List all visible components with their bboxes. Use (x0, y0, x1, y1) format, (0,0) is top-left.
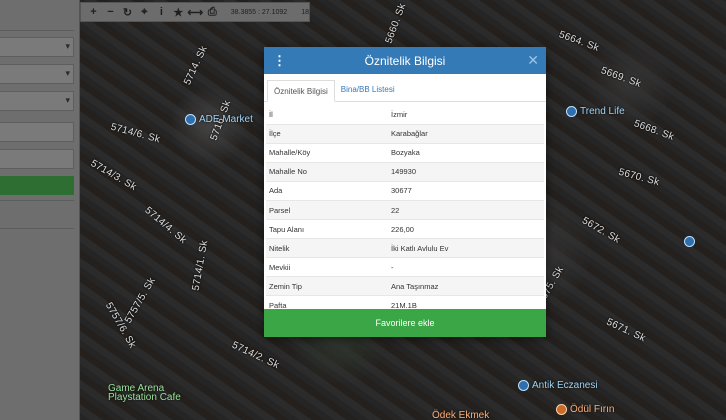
attr-value: Ana Taşınmaz (388, 276, 544, 296)
attribute-table: İl İzmir İlçe Karabağlar Mahalle/Köy Bozyak… (266, 105, 544, 316)
poi-right-edge[interactable] (684, 236, 695, 247)
input-1[interactable] (0, 122, 74, 142)
map-pin-icon (566, 106, 577, 117)
zoom-out-icon[interactable]: − (102, 3, 119, 21)
poi-label: Trend Life (580, 106, 625, 117)
poi-bakery[interactable]: Ödül Fırın (556, 404, 614, 415)
poi-label: Ödül Fırın (570, 404, 615, 415)
attr-key: Parsel (266, 199, 388, 220)
poi-label: Ödek Ekmek (432, 410, 490, 420)
table-row: Mevkii - (266, 257, 544, 277)
table-row: Mahalle No 149930 (266, 161, 544, 182)
table-row: Zemin Tip Ana Taşınmaz (266, 276, 544, 296)
table-row: Mahalle/Köy Bozyaka (266, 142, 544, 163)
attr-value: 226,00 (388, 219, 544, 239)
attr-value: Karabağlar (388, 123, 544, 144)
attr-key: Zemin Tip (266, 276, 388, 296)
attr-value: Bozyaka (388, 142, 544, 163)
dialog-header: ⋮ Öznitelik Bilgisi ✕ (264, 47, 546, 74)
attr-key: Tapu Alanı (266, 219, 388, 239)
table-row: Ada 30677 (266, 180, 544, 201)
refresh-icon[interactable]: ↻ (119, 3, 136, 21)
tab-attributes[interactable]: Öznitelik Bilgisi (267, 80, 335, 102)
close-icon[interactable]: ✕ (527, 52, 539, 68)
kebab-menu-icon[interactable]: ⋮ (273, 53, 286, 69)
divider (0, 200, 74, 201)
chevron-down-icon: ▾ (65, 41, 70, 51)
zoom-level: 18 (301, 8, 309, 16)
coordinate-readout: 38.3855 : 27.1092 (230, 8, 288, 16)
attr-key: Mevkii (266, 257, 388, 277)
dialog-tabs: Öznitelik Bilgisi Bina/BB Listesi (264, 78, 546, 102)
poi-pharmacy[interactable]: Antik Eczanesi (518, 380, 598, 391)
attr-key: Mahalle/Köy (266, 142, 388, 163)
zoom-in-icon[interactable]: + (85, 3, 102, 21)
tab-building-list[interactable]: Bina/BB Listesi (335, 79, 401, 101)
attr-value: İki Katlı Avlulu Ev (388, 238, 544, 258)
query-button[interactable] (0, 176, 74, 195)
attr-value: 22 (388, 199, 544, 220)
attr-key: Ada (266, 180, 388, 201)
poi-label: ADE Market (199, 114, 253, 125)
dropdown-1[interactable]: ▾ (0, 37, 74, 57)
chevron-down-icon: ▾ (65, 68, 70, 78)
poi-game-arena[interactable]: Game Arena Playstation Cafe (108, 383, 208, 403)
dialog-title: Öznitelik Bilgisi (364, 53, 446, 68)
table-row: İlçe Karabağlar (266, 123, 544, 144)
attr-key: Nitelik (266, 238, 388, 258)
divider (0, 228, 74, 229)
attr-key: İlçe (266, 123, 388, 144)
poi-market[interactable]: ADE Market (185, 114, 253, 125)
table-row: Nitelik İki Katlı Avlulu Ev (266, 238, 544, 258)
attr-value: 30677 (388, 180, 544, 201)
poi-ekmek[interactable]: Ödek Ekmek (432, 410, 489, 420)
star-icon[interactable]: ★ (170, 3, 187, 21)
side-panel: ▾ ▾ ▾ (0, 0, 80, 420)
attribute-dialog: ⋮ Öznitelik Bilgisi ✕ Öznitelik Bilgisi … (264, 47, 546, 337)
add-favorite-button[interactable]: Favorilere ekle (264, 309, 546, 337)
table-row: Tapu Alanı 226,00 (266, 219, 544, 239)
map-pin-icon (684, 236, 695, 247)
dropdown-2[interactable]: ▾ (0, 64, 74, 84)
table-row: İl İzmir (266, 105, 544, 124)
info-icon[interactable]: i (153, 3, 170, 21)
attr-value: - (388, 257, 544, 277)
map-pin-icon (518, 380, 529, 391)
map-toolbar: + − ↻ ⌖ i ★ ⟷ ⎙ 38.3855 : 27.1092 18 (80, 2, 310, 22)
poi-label: Game Arena Playstation Cafe (108, 383, 181, 403)
input-2[interactable] (0, 149, 74, 169)
locate-icon[interactable]: ⌖ (136, 3, 153, 21)
attr-value: 149930 (388, 161, 544, 182)
poi-trend-life[interactable]: Trend Life (566, 106, 625, 117)
table-row: Parsel 22 (266, 199, 544, 220)
map-pin-icon (185, 114, 196, 125)
attr-value: İzmir (391, 109, 408, 119)
attr-key: İl (269, 109, 273, 119)
attr-key: Mahalle No (266, 161, 388, 182)
dropdown-3[interactable]: ▾ (0, 91, 74, 111)
chevron-down-icon: ▾ (65, 95, 70, 105)
map-pin-icon (556, 404, 567, 415)
poi-label: Antik Eczanesi (532, 380, 598, 391)
print-icon[interactable]: ⎙ (204, 3, 221, 21)
divider (0, 30, 74, 31)
measure-icon[interactable]: ⟷ (187, 3, 204, 21)
